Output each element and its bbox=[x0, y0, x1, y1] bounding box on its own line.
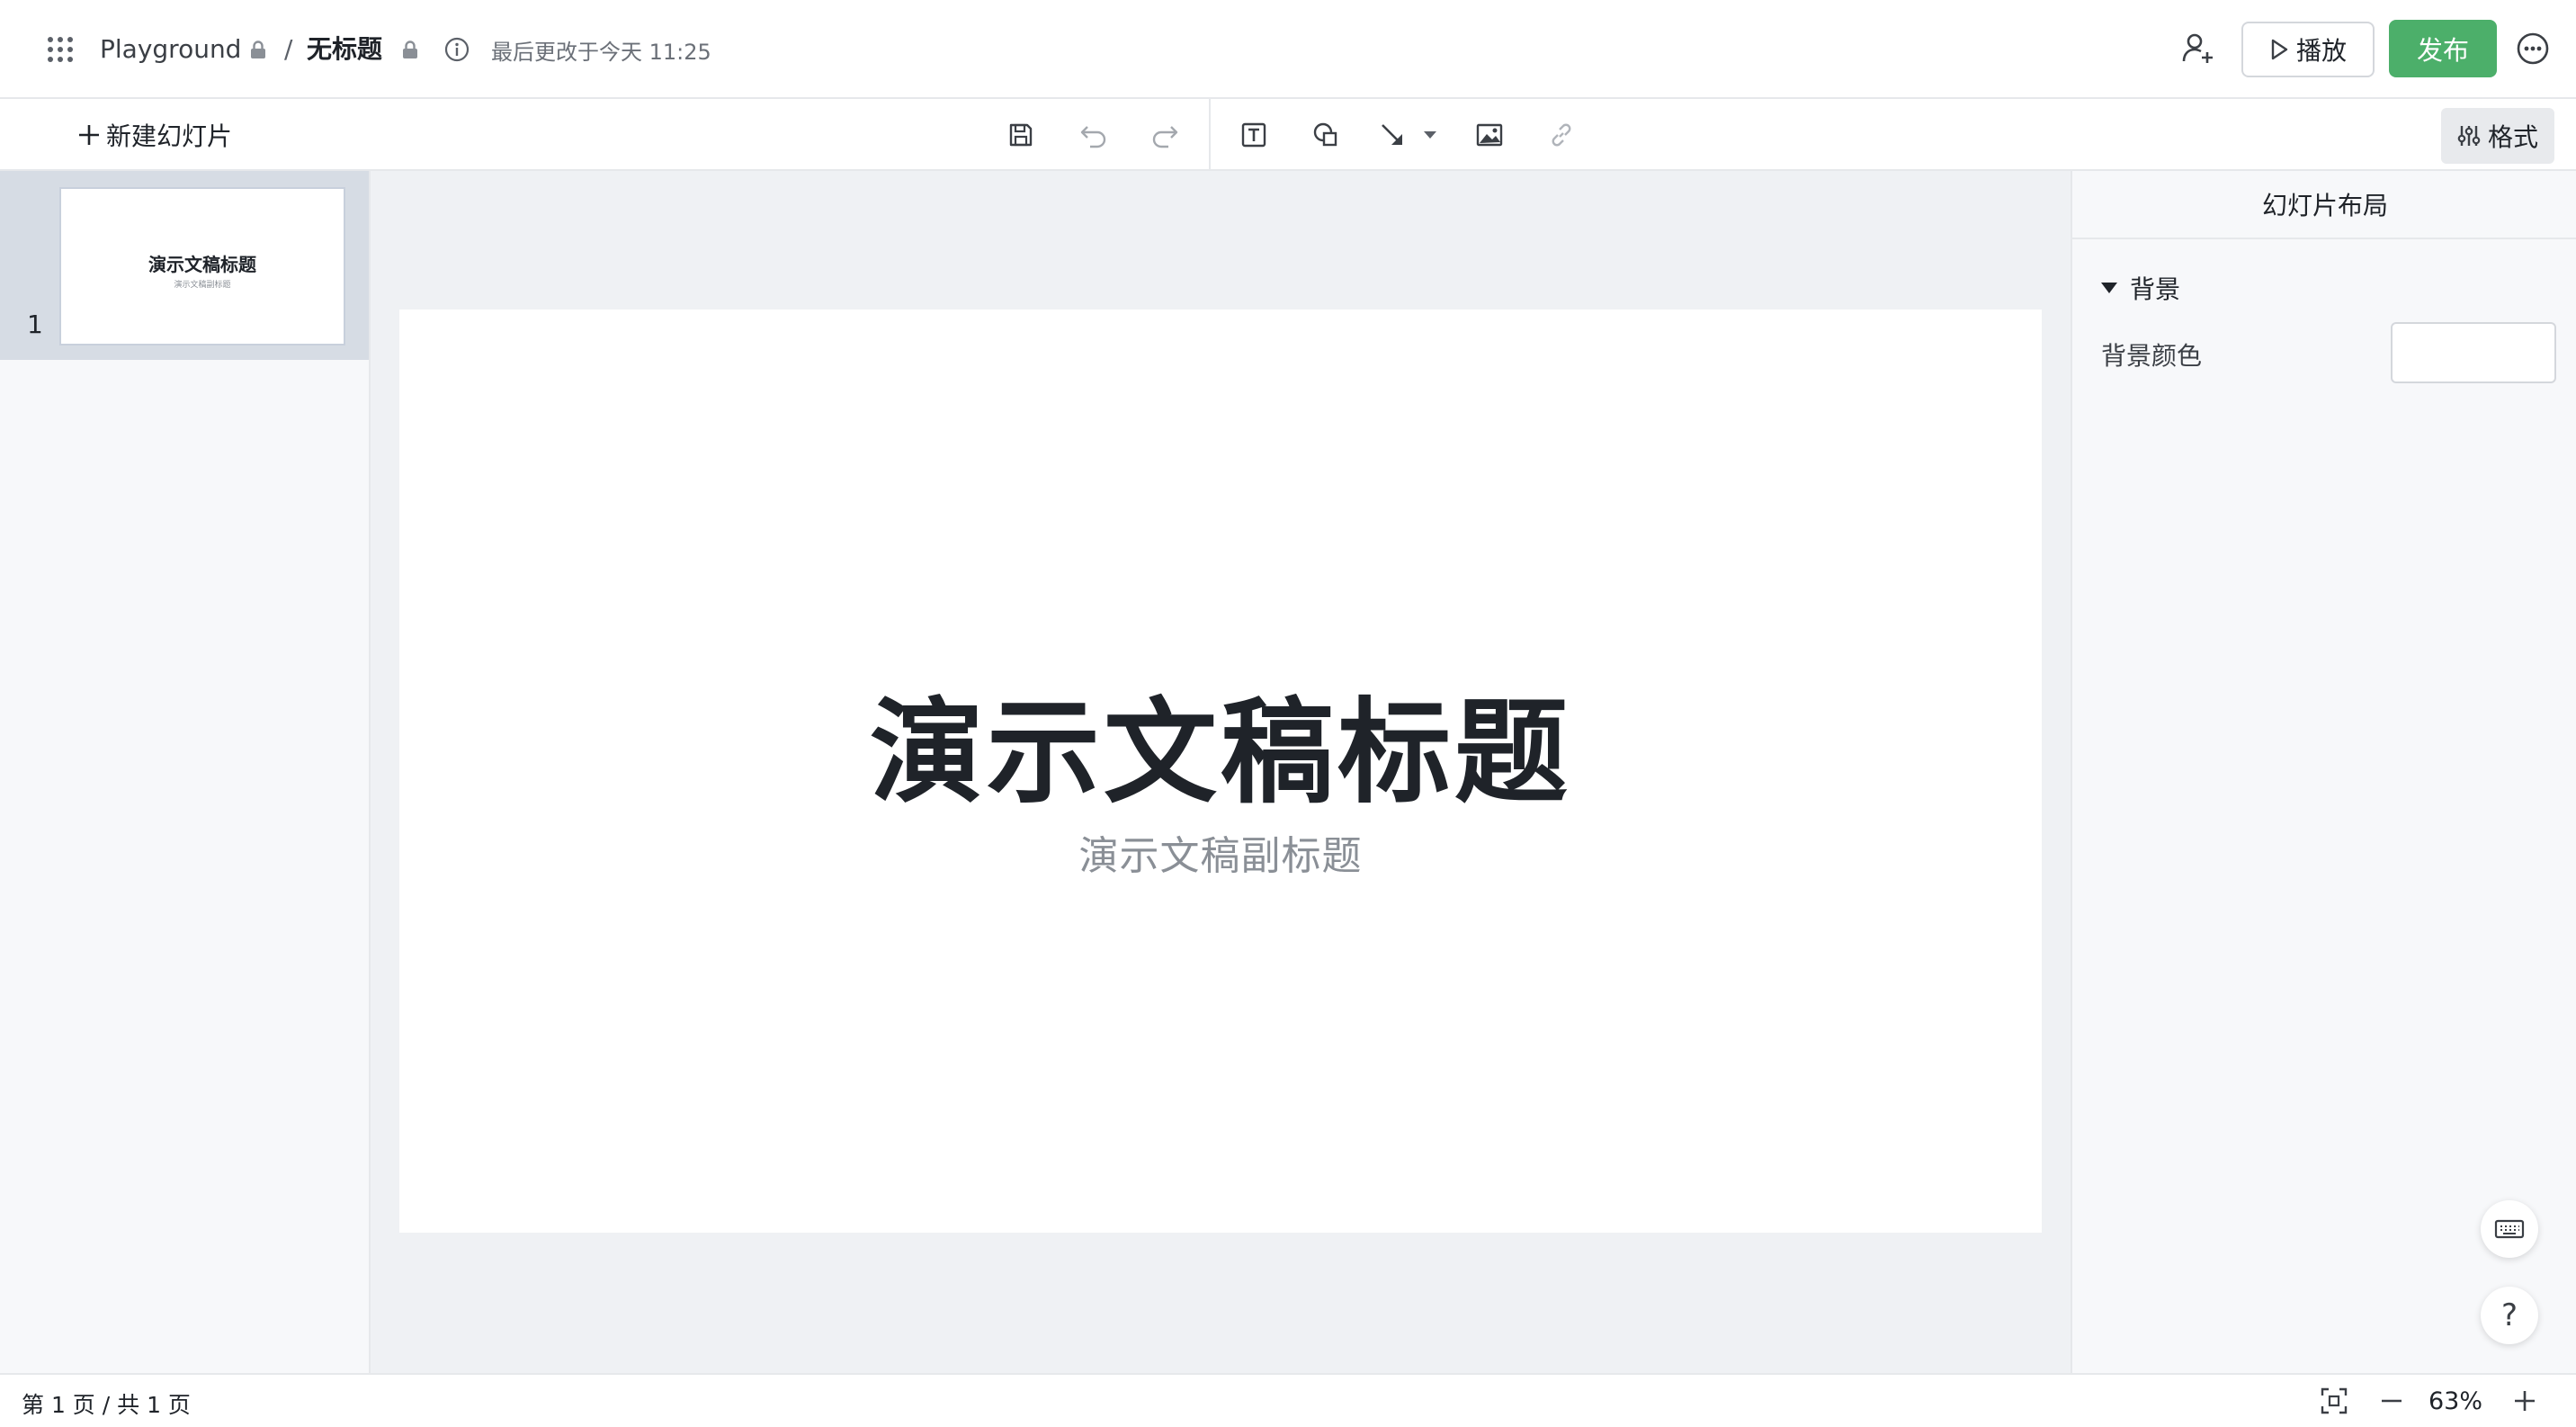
page-indicator: 第 1 页 / 共 1 页 bbox=[22, 1392, 191, 1418]
thumbnail-title: 演示文稿标题 bbox=[148, 254, 256, 275]
background-color-label: 背景颜色 bbox=[2101, 341, 2203, 371]
text-box-icon bbox=[1241, 122, 1266, 148]
insert-link-button[interactable] bbox=[1542, 115, 1581, 155]
new-slide-label: 新建幻灯片 bbox=[106, 121, 233, 151]
breadcrumb-workspace[interactable]: Playground bbox=[100, 32, 241, 67]
zoom-level[interactable]: 63% bbox=[2428, 1387, 2482, 1415]
add-collaborator-icon[interactable] bbox=[2180, 31, 2216, 67]
slide-thumbnail[interactable]: 演示文稿标题 演示文稿副标题 bbox=[59, 187, 345, 346]
plus-icon bbox=[79, 125, 99, 145]
slide-thumbnail-panel: 1 演示文稿标题 演示文稿副标题 bbox=[0, 171, 371, 1373]
new-slide-button[interactable]: 新建幻灯片 bbox=[77, 115, 232, 155]
info-icon[interactable] bbox=[443, 36, 470, 63]
save-icon bbox=[1009, 123, 1033, 147]
slide-title-text[interactable]: 演示文稿标题 bbox=[870, 690, 1571, 816]
zoom-out-icon[interactable] bbox=[2376, 1386, 2407, 1416]
link-icon bbox=[1552, 123, 1571, 147]
top-header: Playground / 无标题 最后更改于今天 11:25 播放 发布 bbox=[0, 0, 2576, 99]
slide-subtitle-text[interactable]: 演示文稿副标题 bbox=[1079, 823, 1363, 881]
undo-button[interactable] bbox=[1074, 115, 1114, 155]
redo-button[interactable] bbox=[1145, 115, 1185, 155]
thumbnail-subtitle: 演示文稿副标题 bbox=[174, 281, 231, 290]
insert-image-button[interactable] bbox=[1470, 115, 1509, 155]
play-button[interactable]: 播放 bbox=[2241, 22, 2375, 77]
insert-line-button[interactable] bbox=[1373, 115, 1412, 155]
apps-grid-icon[interactable] bbox=[47, 36, 74, 63]
sliders-icon bbox=[2457, 126, 2481, 146]
caret-down-icon bbox=[2101, 283, 2117, 293]
keyboard-shortcuts-button[interactable] bbox=[2481, 1200, 2538, 1258]
chevron-down-icon bbox=[1424, 131, 1436, 139]
background-color-picker[interactable] bbox=[2391, 322, 2556, 383]
toolbar-divider bbox=[1209, 99, 1211, 169]
play-label: 播放 bbox=[2295, 36, 2347, 66]
last-modified-text: 最后更改于今天 11:25 bbox=[491, 40, 711, 65]
editor-toolbar: 新建幻灯片 格式 bbox=[0, 99, 2576, 171]
insert-shape-button[interactable] bbox=[1306, 115, 1346, 155]
lock-icon bbox=[403, 40, 417, 58]
insert-text-box-button[interactable] bbox=[1234, 115, 1274, 155]
slide-number: 1 bbox=[27, 310, 43, 339]
line-options-dropdown[interactable] bbox=[1412, 115, 1448, 155]
format-label: 格式 bbox=[2487, 122, 2538, 152]
background-section-label: 背景 bbox=[2130, 274, 2181, 304]
keyboard-icon bbox=[2494, 1219, 2525, 1239]
slide-canvas[interactable]: 演示文稿标题 演示文稿副标题 bbox=[399, 310, 2042, 1233]
publish-button[interactable]: 发布 bbox=[2389, 20, 2497, 77]
fit-to-screen-icon[interactable] bbox=[2319, 1386, 2349, 1416]
properties-panel: 幻灯片布局 背景 背景颜色 bbox=[2071, 171, 2576, 1373]
undo-icon bbox=[1080, 126, 1106, 148]
background-section-toggle[interactable]: 背景 bbox=[2101, 270, 2180, 306]
shape-icon bbox=[1313, 122, 1337, 147]
line-icon bbox=[1382, 124, 1402, 145]
breadcrumb-separator: / bbox=[284, 34, 293, 64]
redo-icon bbox=[1152, 126, 1178, 148]
canvas-area: 演示文稿标题 演示文稿副标题 bbox=[371, 171, 2071, 1373]
play-icon bbox=[2271, 39, 2288, 60]
save-button[interactable] bbox=[1001, 115, 1041, 155]
zoom-in-icon[interactable] bbox=[2509, 1386, 2540, 1416]
format-panel-button[interactable]: 格式 bbox=[2441, 108, 2554, 164]
image-icon bbox=[1476, 123, 1503, 147]
status-bar: 第 1 页 / 共 1 页 63% bbox=[0, 1373, 2576, 1427]
more-options-icon[interactable] bbox=[2515, 31, 2551, 67]
slide-thumbnail-item[interactable]: 1 演示文稿标题 演示文稿副标题 bbox=[0, 171, 369, 360]
panel-title: 幻灯片布局 bbox=[2072, 171, 2576, 239]
lock-icon bbox=[251, 40, 265, 58]
document-title[interactable]: 无标题 bbox=[307, 32, 382, 67]
help-button[interactable]: ? bbox=[2481, 1287, 2538, 1344]
